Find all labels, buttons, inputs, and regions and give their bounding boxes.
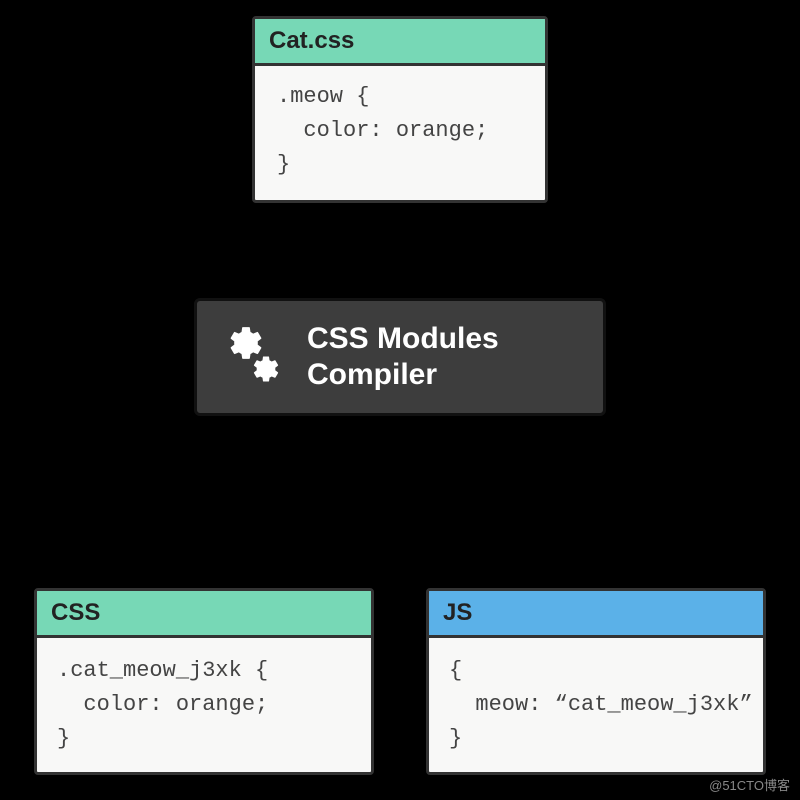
css-output-code: .cat_meow_j3xk { color: orange; } (37, 638, 371, 772)
watermark: @51CTO博客 (709, 775, 790, 794)
css-output-panel: CSS .cat_meow_j3xk { color: orange; } (34, 588, 374, 775)
source-file-panel: Cat.css .meow { color: orange; } (252, 16, 548, 203)
css-output-title: CSS (37, 591, 371, 638)
js-output-code: { meow: “cat_meow_j3xk” } (429, 638, 763, 772)
compiler-box: CSS Modules Compiler (194, 298, 606, 416)
source-file-code: .meow { color: orange; } (255, 66, 545, 200)
gears-icon (225, 326, 287, 388)
js-output-panel: JS { meow: “cat_meow_j3xk” } (426, 588, 766, 775)
js-output-title: JS (429, 591, 763, 638)
source-file-title: Cat.css (255, 19, 545, 66)
compiler-label: CSS Modules Compiler (307, 321, 499, 393)
